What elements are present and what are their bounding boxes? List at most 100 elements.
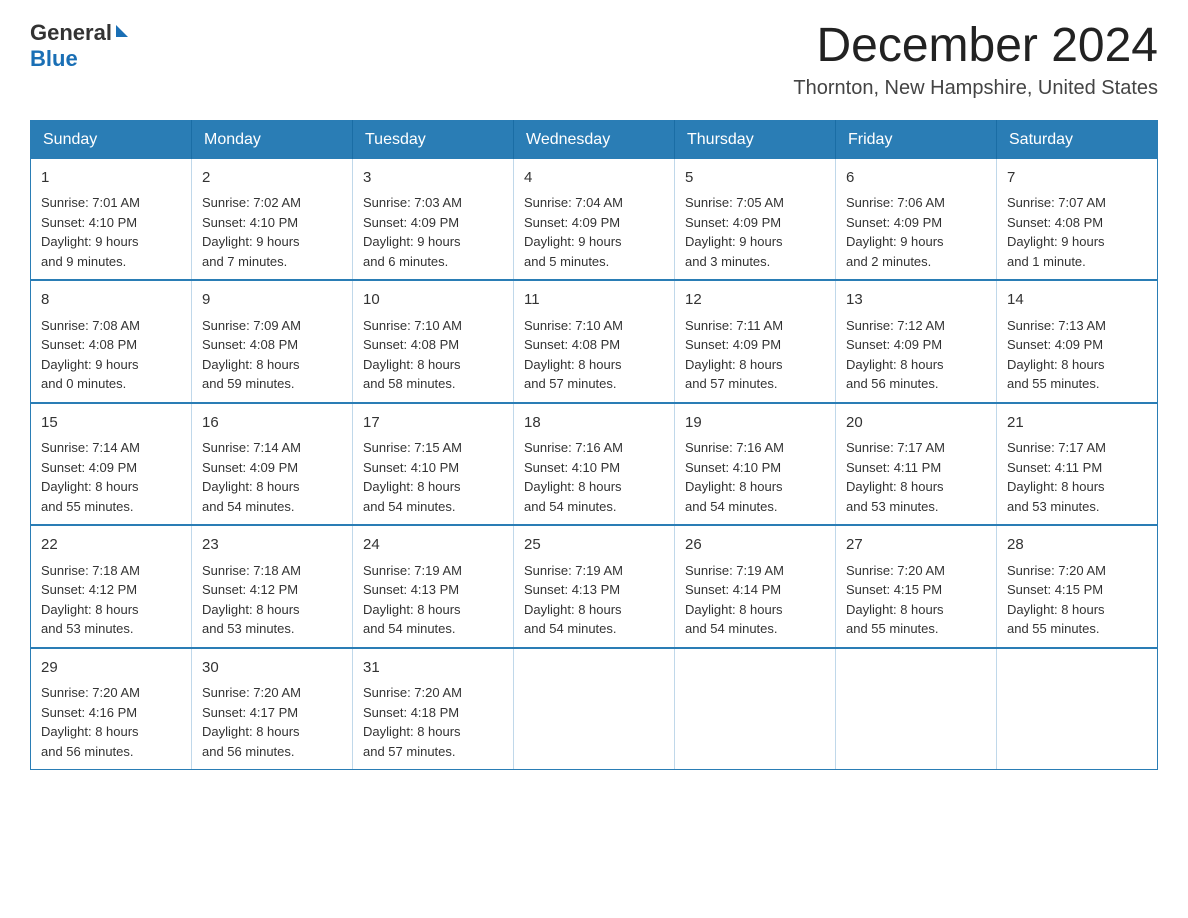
day-info: Sunrise: 7:20 AM Sunset: 4:18 PM Dayligh… xyxy=(363,683,503,761)
calendar-cell: 17 Sunrise: 7:15 AM Sunset: 4:10 PM Dayli… xyxy=(353,403,514,526)
calendar-header-sunday: Sunday xyxy=(31,120,192,159)
day-info: Sunrise: 7:20 AM Sunset: 4:15 PM Dayligh… xyxy=(846,561,986,639)
day-info: Sunrise: 7:04 AM Sunset: 4:09 PM Dayligh… xyxy=(524,193,664,271)
calendar-cell: 28Sunrise: 7:20 AM Sunset: 4:15 PM Dayli… xyxy=(997,525,1158,648)
day-number: 8 xyxy=(41,289,181,312)
calendar-cell: 30Sunrise: 7:20 AM Sunset: 4:17 PM Dayli… xyxy=(192,648,353,770)
calendar-cell: 12 Sunrise: 7:11 AM Sunset: 4:09 PM Dayli… xyxy=(675,280,836,403)
day-number: 18 xyxy=(524,412,664,435)
day-number: 9 xyxy=(202,289,342,312)
day-number: 15 xyxy=(41,412,181,435)
day-number: 7 xyxy=(1007,167,1147,190)
calendar-cell: 23Sunrise: 7:18 AM Sunset: 4:12 PM Dayli… xyxy=(192,525,353,648)
calendar-header-friday: Friday xyxy=(836,120,997,159)
day-number: 22 xyxy=(41,534,181,557)
calendar-cell: 5Sunrise: 7:05 AM Sunset: 4:09 PM Daylig… xyxy=(675,159,836,281)
day-number: 27 xyxy=(846,534,986,557)
calendar-cell xyxy=(997,648,1158,770)
calendar-cell: 25 Sunrise: 7:19 AM Sunset: 4:13 PM Dayli… xyxy=(514,525,675,648)
calendar-cell: 6 Sunrise: 7:06 AM Sunset: 4:09 PM Daylig… xyxy=(836,159,997,281)
day-number: 5 xyxy=(685,167,825,190)
calendar-cell xyxy=(675,648,836,770)
calendar-header-thursday: Thursday xyxy=(675,120,836,159)
day-info: Sunrise: 7:19 AM Sunset: 4:14 PM Dayligh… xyxy=(685,561,825,639)
calendar-cell: 18 Sunrise: 7:16 AM Sunset: 4:10 PM Dayli… xyxy=(514,403,675,526)
day-number: 28 xyxy=(1007,534,1147,557)
day-info: Sunrise: 7:01 AM Sunset: 4:10 PM Dayligh… xyxy=(41,193,181,271)
day-info: Sunrise: 7:16 AM Sunset: 4:10 PM Dayligh… xyxy=(685,438,825,516)
day-info: Sunrise: 7:14 AM Sunset: 4:09 PM Dayligh… xyxy=(41,438,181,516)
calendar-cell: 2 Sunrise: 7:02 AM Sunset: 4:10 PM Daylig… xyxy=(192,159,353,281)
logo-general: General xyxy=(30,20,112,46)
calendar-cell: 27 Sunrise: 7:20 AM Sunset: 4:15 PM Dayli… xyxy=(836,525,997,648)
logo-triangle-icon xyxy=(116,25,128,37)
day-number: 12 xyxy=(685,289,825,312)
day-info: Sunrise: 7:18 AM Sunset: 4:12 PM Dayligh… xyxy=(41,561,181,639)
day-info: Sunrise: 7:17 AM Sunset: 4:11 PM Dayligh… xyxy=(1007,438,1147,516)
day-number: 26 xyxy=(685,534,825,557)
calendar-cell: 8 Sunrise: 7:08 AM Sunset: 4:08 PM Daylig… xyxy=(31,280,192,403)
day-number: 17 xyxy=(363,412,503,435)
day-info: Sunrise: 7:20 AM Sunset: 4:17 PM Dayligh… xyxy=(202,683,342,761)
calendar-cell: 4 Sunrise: 7:04 AM Sunset: 4:09 PM Daylig… xyxy=(514,159,675,281)
calendar-cell: 11 Sunrise: 7:10 AM Sunset: 4:08 PM Dayli… xyxy=(514,280,675,403)
day-info: Sunrise: 7:08 AM Sunset: 4:08 PM Dayligh… xyxy=(41,316,181,394)
calendar-cell: 7 Sunrise: 7:07 AM Sunset: 4:08 PM Daylig… xyxy=(997,159,1158,281)
calendar-header-wednesday: Wednesday xyxy=(514,120,675,159)
day-info: Sunrise: 7:06 AM Sunset: 4:09 PM Dayligh… xyxy=(846,193,986,271)
day-number: 21 xyxy=(1007,412,1147,435)
day-number: 16 xyxy=(202,412,342,435)
title-area: December 2024 Thornton, New Hampshire, U… xyxy=(793,20,1158,100)
calendar-header-row: SundayMondayTuesdayWednesdayThursdayFrid… xyxy=(31,120,1158,159)
calendar-week-row: 22 Sunrise: 7:18 AM Sunset: 4:12 PM Dayli… xyxy=(31,525,1158,648)
day-info: Sunrise: 7:07 AM Sunset: 4:08 PM Dayligh… xyxy=(1007,193,1147,271)
day-number: 13 xyxy=(846,289,986,312)
location-title: Thornton, New Hampshire, United States xyxy=(793,77,1158,100)
calendar-cell: 1 Sunrise: 7:01 AM Sunset: 4:10 PM Daylig… xyxy=(31,159,192,281)
day-info: Sunrise: 7:02 AM Sunset: 4:10 PM Dayligh… xyxy=(202,193,342,271)
day-number: 29 xyxy=(41,657,181,680)
day-number: 2 xyxy=(202,167,342,190)
calendar-cell: 24Sunrise: 7:19 AM Sunset: 4:13 PM Dayli… xyxy=(353,525,514,648)
day-number: 4 xyxy=(524,167,664,190)
calendar-cell: 21 Sunrise: 7:17 AM Sunset: 4:11 PM Dayli… xyxy=(997,403,1158,526)
day-number: 11 xyxy=(524,289,664,312)
calendar-cell: 10Sunrise: 7:10 AM Sunset: 4:08 PM Dayli… xyxy=(353,280,514,403)
day-info: Sunrise: 7:10 AM Sunset: 4:08 PM Dayligh… xyxy=(524,316,664,394)
calendar-cell: 22 Sunrise: 7:18 AM Sunset: 4:12 PM Dayli… xyxy=(31,525,192,648)
day-info: Sunrise: 7:20 AM Sunset: 4:16 PM Dayligh… xyxy=(41,683,181,761)
month-title: December 2024 xyxy=(793,20,1158,73)
calendar-cell: 14Sunrise: 7:13 AM Sunset: 4:09 PM Dayli… xyxy=(997,280,1158,403)
calendar-cell: 16Sunrise: 7:14 AM Sunset: 4:09 PM Dayli… xyxy=(192,403,353,526)
day-info: Sunrise: 7:03 AM Sunset: 4:09 PM Dayligh… xyxy=(363,193,503,271)
day-info: Sunrise: 7:19 AM Sunset: 4:13 PM Dayligh… xyxy=(524,561,664,639)
day-info: Sunrise: 7:15 AM Sunset: 4:10 PM Dayligh… xyxy=(363,438,503,516)
calendar-cell: 3 Sunrise: 7:03 AM Sunset: 4:09 PM Daylig… xyxy=(353,159,514,281)
logo: General Blue xyxy=(30,20,128,72)
calendar-table: SundayMondayTuesdayWednesdayThursdayFrid… xyxy=(30,120,1158,771)
calendar-cell: 26 Sunrise: 7:19 AM Sunset: 4:14 PM Dayli… xyxy=(675,525,836,648)
calendar-cell: 19 Sunrise: 7:16 AM Sunset: 4:10 PM Dayli… xyxy=(675,403,836,526)
day-info: Sunrise: 7:13 AM Sunset: 4:09 PM Dayligh… xyxy=(1007,316,1147,394)
day-info: Sunrise: 7:16 AM Sunset: 4:10 PM Dayligh… xyxy=(524,438,664,516)
day-number: 25 xyxy=(524,534,664,557)
day-info: Sunrise: 7:17 AM Sunset: 4:11 PM Dayligh… xyxy=(846,438,986,516)
day-number: 19 xyxy=(685,412,825,435)
day-number: 6 xyxy=(846,167,986,190)
calendar-week-row: 1 Sunrise: 7:01 AM Sunset: 4:10 PM Daylig… xyxy=(31,159,1158,281)
day-number: 31 xyxy=(363,657,503,680)
day-number: 20 xyxy=(846,412,986,435)
calendar-cell: 31 Sunrise: 7:20 AM Sunset: 4:18 PM Dayli… xyxy=(353,648,514,770)
calendar-cell: 20 Sunrise: 7:17 AM Sunset: 4:11 PM Dayli… xyxy=(836,403,997,526)
day-info: Sunrise: 7:09 AM Sunset: 4:08 PM Dayligh… xyxy=(202,316,342,394)
day-info: Sunrise: 7:10 AM Sunset: 4:08 PM Dayligh… xyxy=(363,316,503,394)
calendar-header-tuesday: Tuesday xyxy=(353,120,514,159)
day-number: 1 xyxy=(41,167,181,190)
calendar-header-saturday: Saturday xyxy=(997,120,1158,159)
calendar-cell xyxy=(514,648,675,770)
calendar-cell: 15 Sunrise: 7:14 AM Sunset: 4:09 PM Dayli… xyxy=(31,403,192,526)
day-number: 24 xyxy=(363,534,503,557)
day-info: Sunrise: 7:11 AM Sunset: 4:09 PM Dayligh… xyxy=(685,316,825,394)
day-number: 3 xyxy=(363,167,503,190)
day-info: Sunrise: 7:12 AM Sunset: 4:09 PM Dayligh… xyxy=(846,316,986,394)
